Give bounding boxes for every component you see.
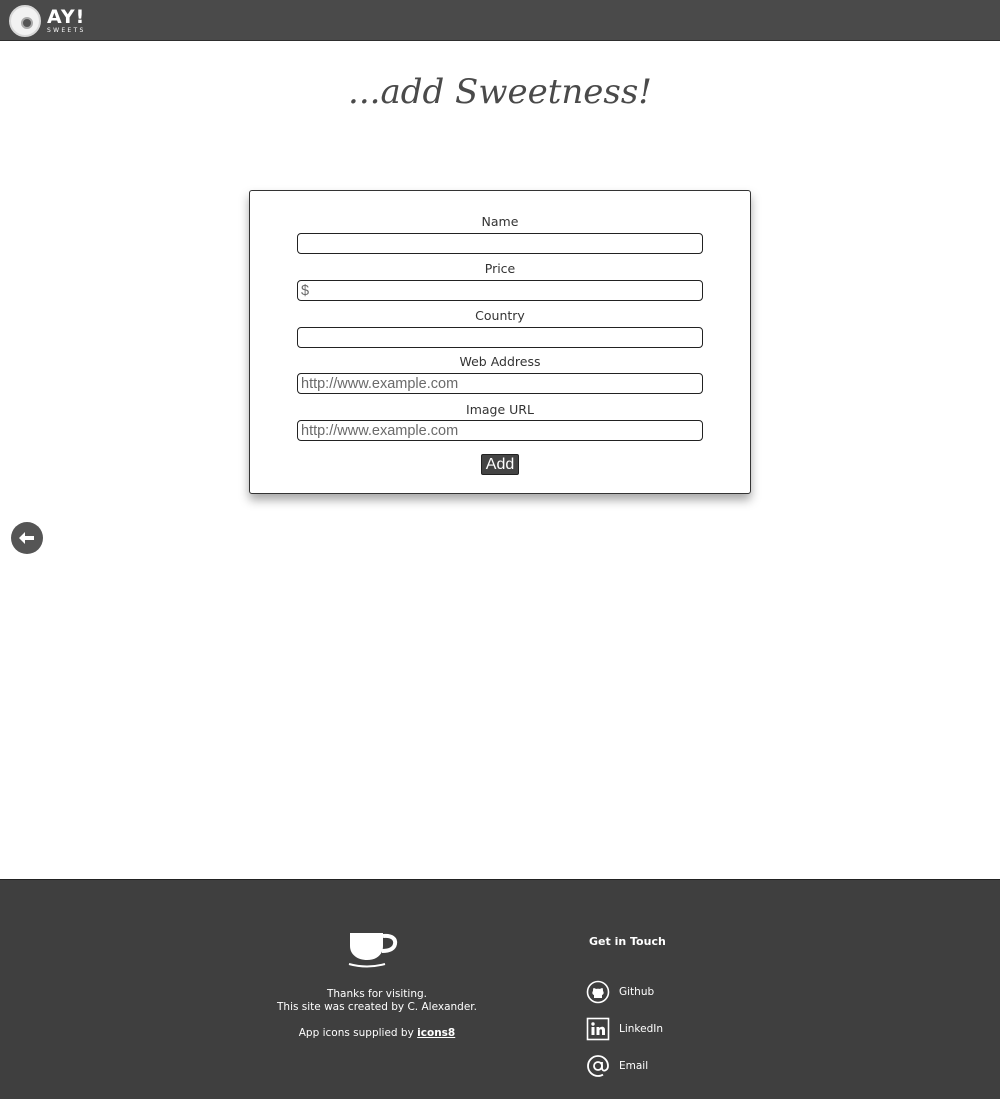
linkedin-link[interactable]: LinkedIn (586, 1017, 663, 1041)
image-url-label: Image URL (466, 402, 534, 417)
name-input[interactable] (297, 233, 703, 254)
icons8-link[interactable]: icons8 (417, 1027, 455, 1039)
linkedin-label: LinkedIn (619, 1023, 664, 1035)
price-label: Price (484, 261, 516, 276)
add-sweet-form: Name Price Country Web Address Image URL… (249, 190, 751, 494)
github-icon (586, 980, 610, 1004)
logo-disc-icon (9, 4, 41, 37)
name-label: Name (481, 214, 519, 229)
contact-heading: Get in Touch (589, 935, 666, 948)
add-button[interactable]: Add (481, 454, 519, 475)
image-url-input[interactable] (297, 420, 703, 441)
coffee-cup-icon (348, 933, 398, 968)
credits-prefix: App icons supplied by (298, 1027, 418, 1039)
logo-text: AY! SWEETS (47, 5, 86, 34)
web-address-label: Web Address (459, 354, 541, 369)
logo-main-text: AY! (47, 5, 86, 28)
github-label: Github (619, 986, 655, 998)
top-nav-bar: AY! SWEETS (0, 0, 1000, 41)
arrow-left-icon (19, 532, 34, 544)
logo-sub-text: SWEETS (47, 26, 86, 34)
github-link[interactable]: Github (586, 980, 654, 1004)
creator-text: This site was created by C. Alexander. (277, 1001, 477, 1013)
page-title: ...add Sweetness! (348, 72, 652, 112)
email-link[interactable]: Email (586, 1054, 648, 1078)
at-sign-icon (586, 1054, 610, 1078)
web-address-input[interactable] (297, 373, 703, 394)
country-label: Country (475, 308, 525, 323)
price-input[interactable] (297, 280, 703, 301)
thanks-text: Thanks for visiting. (326, 988, 428, 1000)
site-logo[interactable]: AY! SWEETS (9, 4, 86, 37)
email-label: Email (619, 1060, 649, 1072)
linkedin-icon (586, 1017, 610, 1041)
back-button[interactable] (11, 522, 43, 554)
country-input[interactable] (297, 327, 703, 348)
site-footer: Thanks for visiting. This site was creat… (0, 879, 1000, 1099)
icon-credits: App icons supplied by icons8 (227, 1027, 527, 1040)
